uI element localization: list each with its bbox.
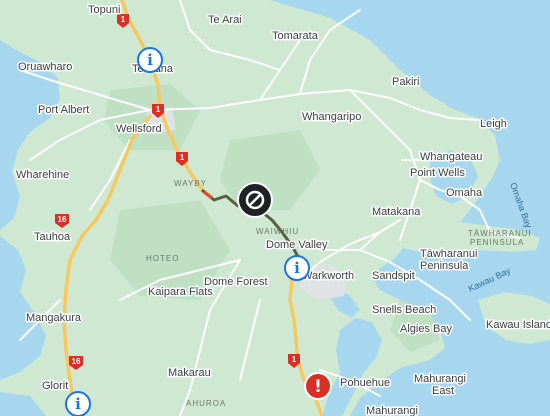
place-label-wellsford: Wellsford	[116, 123, 162, 135]
route-shield-label: 1	[292, 355, 297, 364]
region-label-waiwhiu: WAIWHIU	[256, 227, 299, 236]
route-shield-label: 1	[156, 105, 161, 114]
place-label-tauhoa: Tauhoa	[34, 231, 71, 243]
place-label-line: East	[432, 385, 454, 397]
place-label-point-wells: Point Wells	[410, 167, 465, 179]
info-marker-te-hana[interactable]: i	[137, 47, 163, 73]
place-label-line: Peninsula	[420, 260, 469, 272]
closure-marker-dome-valley[interactable]	[237, 182, 273, 218]
place-label-port-albert: Port Albert	[38, 104, 89, 116]
info-glyph: i	[294, 259, 300, 277]
region-label-wayby: WAYBY	[174, 179, 207, 188]
place-label-dome-valley: Dome Valley	[266, 239, 328, 251]
map-canvas[interactable]: 1 1 1 1 16 16 WAYBY HOTEO WAIWHIU TĀWHAR…	[0, 0, 550, 416]
place-label-kaipara-flats: Kaipara Flats	[148, 286, 213, 298]
place-label-line: Mahurangi	[414, 373, 466, 385]
place-label-oruawharo: Oruawharo	[18, 61, 72, 73]
place-label-line: Tāwharanui	[420, 248, 477, 260]
place-label-mahurangi: Mahurangi	[366, 405, 418, 416]
place-label-mangakura: Mangakura	[26, 312, 82, 324]
place-label-snells-beach: Snells Beach	[372, 304, 436, 316]
place-label-matakana: Matakana	[372, 206, 421, 218]
place-label-kawau-island: Kawau Island	[486, 319, 550, 331]
place-label-wharehine: Wharehine	[16, 169, 69, 181]
info-glyph: i	[147, 51, 153, 69]
alert-marker-pohuehue[interactable]: !	[304, 372, 332, 400]
place-label-dome-forest: Dome Forest	[204, 276, 268, 288]
place-label-warkworth: Warkworth	[302, 270, 354, 282]
region-label-line: TĀWHARANUI	[468, 229, 532, 238]
info-marker-glorit[interactable]: i	[65, 391, 91, 416]
info-marker-warkworth[interactable]: i	[284, 255, 310, 281]
region-label-hoteo: HOTEO	[146, 254, 179, 263]
place-label-pohuehue: Pohuehue	[340, 377, 390, 389]
route-shield-label: 16	[58, 215, 67, 224]
place-label-makarau: Makarau	[168, 367, 211, 379]
place-label-te-arai: Te Arai	[208, 14, 242, 26]
route-shield-label: 1	[121, 15, 126, 24]
place-label-whangateau: Whangateau	[420, 151, 482, 163]
route-shield-label: 16	[72, 357, 81, 366]
region-label-ahuroa: AHUROA	[186, 399, 226, 408]
place-label-algies-bay: Algies Bay	[400, 323, 452, 335]
place-label-tomarata: Tomarata	[272, 30, 319, 42]
route-shield-label: 1	[180, 153, 185, 162]
place-label-glorit: Glorit	[42, 380, 68, 392]
place-label-sandspit: Sandspit	[372, 270, 415, 282]
place-label-topuni: Topuni	[88, 4, 120, 16]
alert-glyph: !	[314, 377, 322, 397]
place-label-leigh: Leigh	[480, 118, 507, 130]
place-label-whangaripo: Whangaripo	[302, 111, 361, 123]
place-label-pakiri: Pakiri	[392, 76, 420, 88]
info-glyph: i	[75, 395, 81, 413]
place-label-omaha: Omaha	[446, 187, 483, 199]
region-label-line: PENINSULA	[470, 238, 524, 247]
